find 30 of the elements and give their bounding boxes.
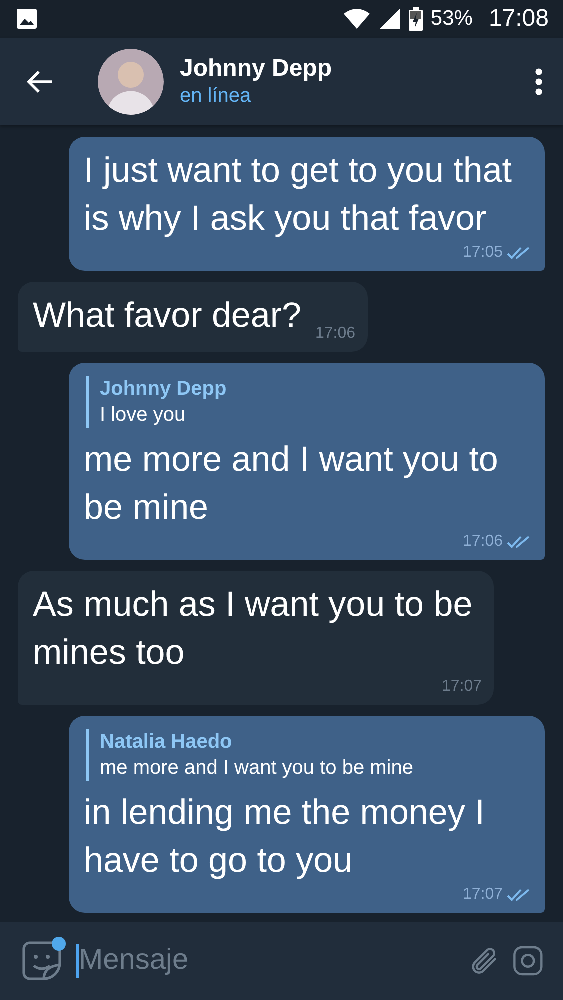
contact-name: Johnny Depp xyxy=(180,55,334,84)
clock: 17:08 xyxy=(488,4,549,34)
contact-status: en línea xyxy=(180,84,252,108)
reply-quote[interactable]: Johnny Depp I love you xyxy=(86,376,531,428)
reply-author: Natalia Haedo xyxy=(100,730,234,755)
message-text: I just want to get to you that is why I ask you that favor xyxy=(84,150,514,240)
reply-text: me more and I want you to be mine xyxy=(100,756,414,781)
message-text: me more and I want you to be mine xyxy=(84,439,500,529)
message-composer[interactable]: Mensaje xyxy=(0,922,563,1000)
battery-level: 53% xyxy=(430,6,473,32)
message-time: 17:05 xyxy=(462,243,503,263)
wifi-icon xyxy=(342,8,371,30)
message-time: 17:06 xyxy=(315,324,356,344)
reply-text: I love you xyxy=(100,403,187,428)
reply-quote[interactable]: Natalia Haedo me more and I want you to be mine xyxy=(86,729,531,781)
sticker-icon[interactable] xyxy=(22,941,62,981)
message-time: 17:07 xyxy=(462,885,503,905)
more-icon[interactable] xyxy=(535,68,543,96)
message-text: What favor dear? xyxy=(33,295,302,337)
image-icon xyxy=(16,8,38,30)
message-time: 17:07 xyxy=(442,677,482,697)
message-input[interactable]: Mensaje xyxy=(79,939,456,983)
signal-icon xyxy=(378,8,401,30)
message-text: in lending me the money I have to go to you xyxy=(84,792,486,882)
back-icon[interactable] xyxy=(26,70,54,94)
battery-icon xyxy=(408,7,423,31)
reply-author: Johnny Depp xyxy=(100,377,228,402)
message-time: 17:06 xyxy=(462,532,503,552)
text-cursor xyxy=(76,944,79,978)
message-text: As much as I want you to be mines too xyxy=(33,584,473,674)
